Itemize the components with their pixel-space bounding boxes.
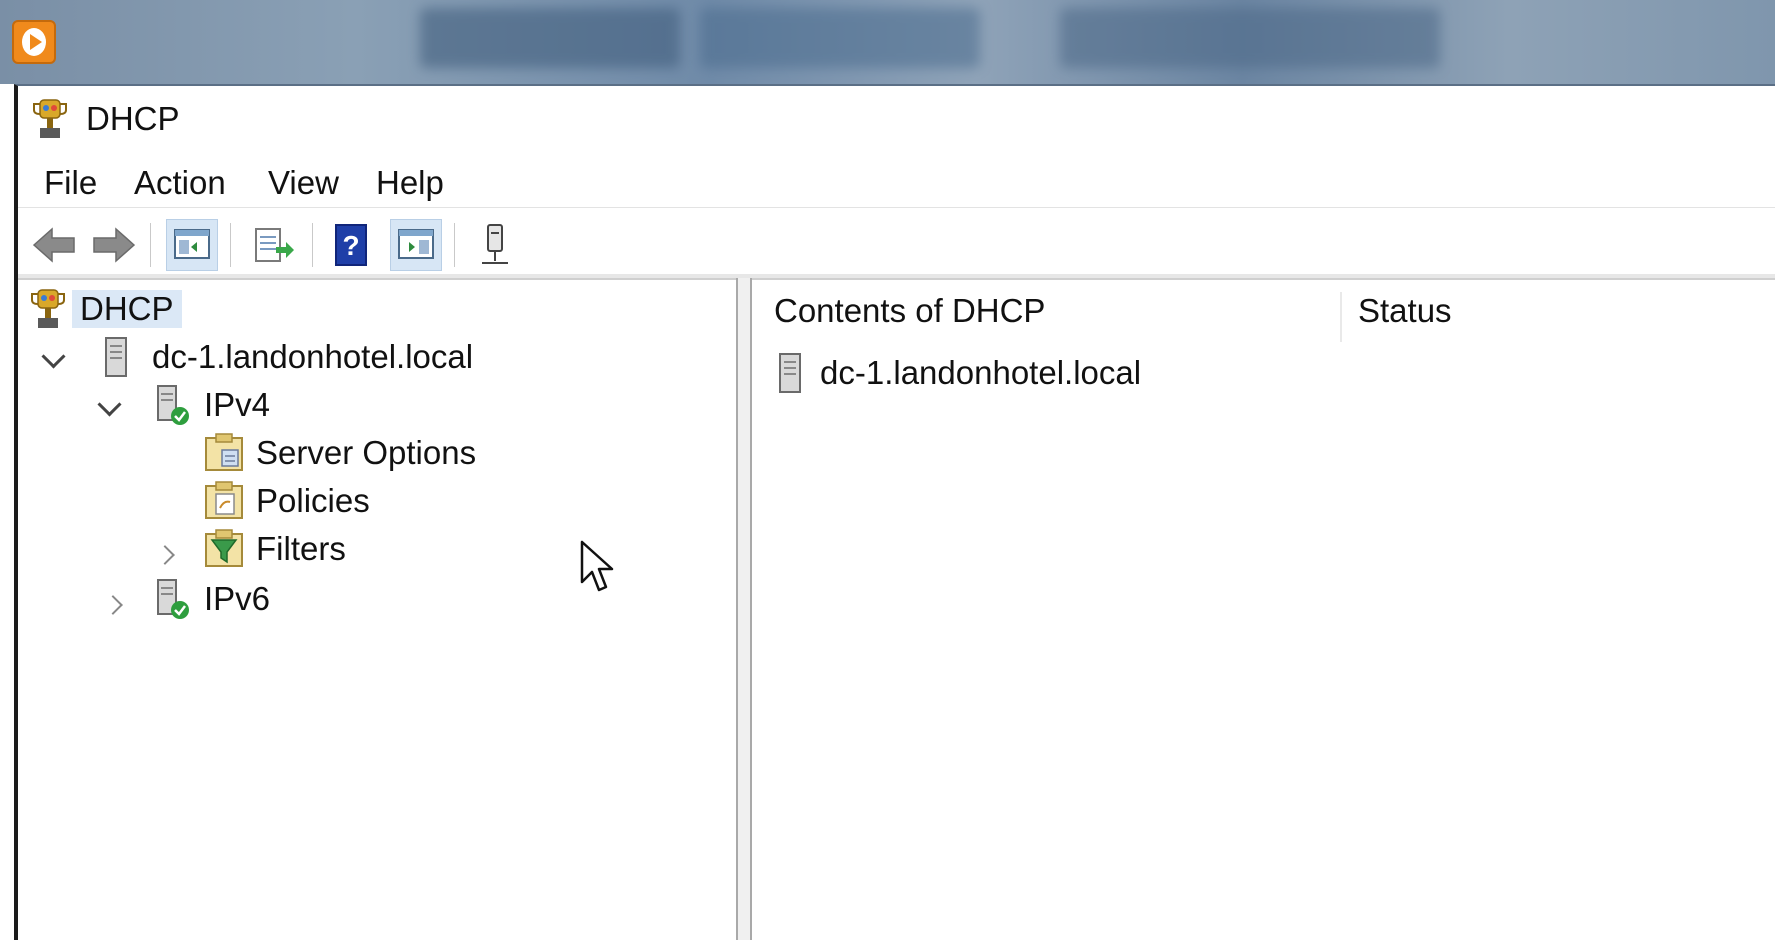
tree-item-label: Policies bbox=[256, 482, 370, 519]
menu-bar: File Action View Help bbox=[18, 154, 1775, 208]
media-player-icon[interactable] bbox=[12, 20, 56, 64]
server-connect-icon[interactable] bbox=[470, 219, 522, 271]
tree-item-filters[interactable]: Filters bbox=[202, 526, 346, 572]
show-hide-console-tree-button[interactable] bbox=[166, 219, 218, 271]
blurred-tab bbox=[1060, 8, 1440, 68]
console-tree: DHCP dc-1.landonhotel.local IPv4 Server … bbox=[18, 278, 736, 940]
window-title: DHCP bbox=[86, 100, 180, 137]
tree-item-dhcp[interactable]: DHCP bbox=[26, 286, 182, 332]
tree-item-ipv6[interactable]: IPv6 bbox=[154, 576, 270, 622]
back-arrow-icon[interactable] bbox=[28, 219, 80, 271]
toolbar-separator bbox=[454, 223, 456, 267]
tree-item-label: dc-1.landonhotel.local bbox=[152, 338, 474, 375]
dhcp-trophy-icon bbox=[31, 289, 65, 328]
tree-item-label: Filters bbox=[256, 530, 346, 567]
toolbar-separator bbox=[312, 223, 314, 267]
ipv4-server-icon bbox=[157, 385, 189, 425]
menu-file[interactable]: File bbox=[44, 164, 97, 202]
list-item-label: dc-1.landonhotel.local bbox=[820, 354, 1142, 391]
list-item-server[interactable]: dc-1.landonhotel.local bbox=[776, 348, 1141, 398]
blurred-tab bbox=[700, 8, 980, 68]
tree-item-ipv4[interactable]: IPv4 bbox=[154, 382, 270, 428]
tree-item-label: IPv6 bbox=[204, 580, 271, 617]
toolbar: ? bbox=[18, 211, 1775, 273]
menu-view[interactable]: View bbox=[268, 164, 339, 202]
mouse-cursor-icon bbox=[580, 540, 614, 592]
show-hide-action-pane-button[interactable] bbox=[390, 219, 442, 271]
title-bar: DHCP bbox=[18, 86, 1775, 154]
menu-action[interactable]: Action bbox=[134, 164, 226, 202]
expand-chevron-icon[interactable] bbox=[104, 592, 132, 620]
export-list-icon[interactable] bbox=[246, 219, 298, 271]
collapse-chevron-icon[interactable] bbox=[96, 394, 124, 422]
action-pane-icon bbox=[398, 229, 434, 259]
column-header-status[interactable]: Status bbox=[1358, 292, 1452, 330]
filters-icon bbox=[205, 529, 243, 567]
dhcp-trophy-icon bbox=[33, 99, 67, 138]
server-icon bbox=[779, 353, 801, 393]
collapse-chevron-icon[interactable] bbox=[40, 346, 68, 374]
forward-arrow-icon[interactable] bbox=[88, 219, 140, 271]
server-options-icon bbox=[205, 433, 243, 471]
svg-text:?: ? bbox=[342, 230, 359, 261]
tree-item-label: Server Options bbox=[256, 434, 477, 471]
mmc-window: DHCP File Action View Help ? DHCP dc-1.l… bbox=[14, 84, 1775, 940]
server-icon bbox=[105, 337, 127, 377]
tree-item-policies[interactable]: Policies bbox=[202, 478, 370, 524]
ipv6-server-icon bbox=[157, 579, 189, 619]
expand-chevron-icon[interactable] bbox=[156, 542, 184, 570]
column-divider[interactable] bbox=[1340, 292, 1342, 342]
pane-splitter[interactable] bbox=[736, 278, 752, 940]
menu-help[interactable]: Help bbox=[376, 164, 444, 202]
toolbar-separator bbox=[150, 223, 152, 267]
host-window-titlebar bbox=[0, 0, 1775, 84]
tree-item-label: DHCP bbox=[72, 290, 182, 328]
tree-item-server-options[interactable]: Server Options bbox=[202, 430, 476, 476]
policies-icon bbox=[205, 481, 243, 519]
blurred-tab bbox=[420, 8, 680, 68]
tree-item-label: IPv4 bbox=[204, 386, 271, 423]
column-header-contents[interactable]: Contents of DHCP bbox=[774, 292, 1045, 330]
tree-item-server[interactable]: dc-1.landonhotel.local bbox=[102, 334, 473, 380]
result-pane: Contents of DHCP Status dc-1.landonhotel… bbox=[752, 278, 1775, 940]
console-tree-icon bbox=[174, 229, 210, 259]
help-icon[interactable]: ? bbox=[326, 219, 378, 271]
toolbar-separator bbox=[230, 223, 232, 267]
